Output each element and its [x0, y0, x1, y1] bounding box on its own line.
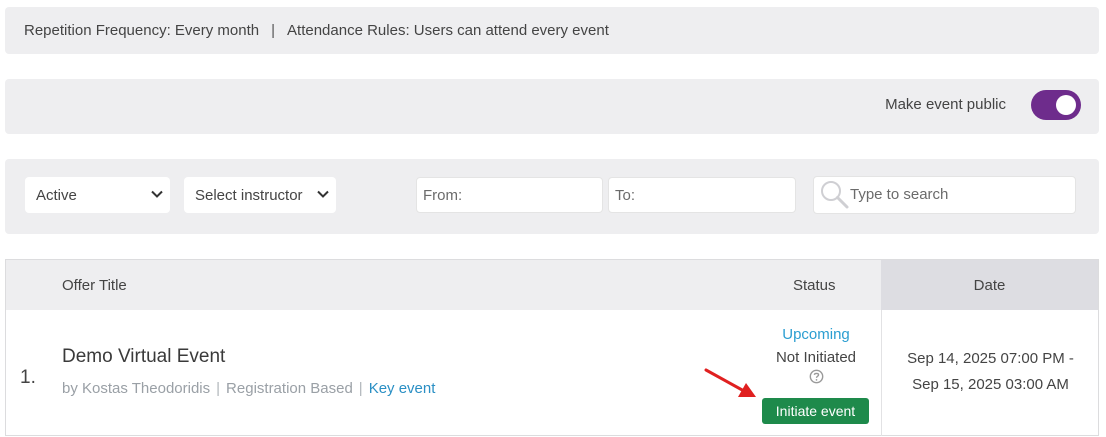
meta-separator: | [216, 380, 221, 397]
public-settings-bar: Make event public [5, 79, 1099, 134]
to-date-placeholder: To: [615, 186, 636, 204]
instructor-filter-value: Select instructor [195, 186, 303, 204]
instructor-filter-select[interactable]: Select instructor [184, 177, 336, 213]
annotation-arrow-icon [704, 368, 756, 397]
initiate-event-button[interactable]: Initiate event [762, 398, 869, 424]
key-event-link[interactable]: Key event [369, 380, 436, 397]
meta-separator: | [358, 380, 363, 397]
header-offer-title: Offer Title [62, 277, 127, 294]
status-cell: Upcoming Not Initiated [746, 326, 886, 384]
info-separator: | [271, 22, 276, 39]
to-date-input[interactable]: To: [608, 177, 796, 213]
from-date-input[interactable]: From: [416, 177, 603, 213]
header-date[interactable]: Date [881, 260, 1098, 310]
search-placeholder: Type to search [850, 186, 949, 203]
header-status: Status [793, 277, 836, 294]
repetition-frequency-text: Repetition Frequency: Every month [24, 22, 260, 39]
chevron-down-icon [151, 190, 163, 198]
row-index: 1. [20, 367, 36, 388]
recurrence-info-bar: Repetition Frequency: Every month | Atte… [5, 7, 1099, 54]
event-title-link[interactable]: Demo Virtual Event [62, 346, 225, 368]
status-filter-value: Active [36, 186, 77, 204]
search-input[interactable]: Type to search [813, 176, 1076, 214]
question-circle-icon[interactable] [809, 369, 824, 384]
date-cell: Sep 14, 2025 07:00 PM - Sep 15, 2025 03:… [881, 310, 1098, 436]
event-start-date: Sep 14, 2025 07:00 PM - [907, 350, 1074, 367]
status-not-initiated: Not Initiated [775, 349, 857, 366]
events-table: Offer Title Status Date 1. Demo Virtual … [5, 259, 1099, 436]
search-icon [821, 181, 849, 209]
event-author: by Kostas Theodoridis [62, 380, 211, 397]
event-end-date: Sep 15, 2025 03:00 AM [912, 376, 1069, 393]
filter-bar: Active Select instructor From: To: Type … [5, 159, 1099, 234]
header-date-label: Date [973, 276, 1006, 294]
chevron-down-icon [317, 190, 329, 198]
status-filter-select[interactable]: Active [25, 177, 170, 213]
table-header: Offer Title Status Date [6, 260, 1098, 310]
status-upcoming[interactable]: Upcoming [746, 326, 886, 343]
from-date-placeholder: From: [423, 186, 463, 204]
event-type: Registration Based [226, 380, 353, 397]
make-public-toggle[interactable] [1031, 90, 1081, 120]
table-row: 1. Demo Virtual Event by Kostas Theodori… [6, 310, 1098, 436]
make-public-label: Make event public [885, 96, 1006, 113]
attendance-rules-text: Attendance Rules: Users can attend every… [287, 22, 609, 39]
event-meta: by Kostas Theodoridis | Registration Based… [62, 380, 435, 397]
toggle-knob [1056, 95, 1076, 115]
